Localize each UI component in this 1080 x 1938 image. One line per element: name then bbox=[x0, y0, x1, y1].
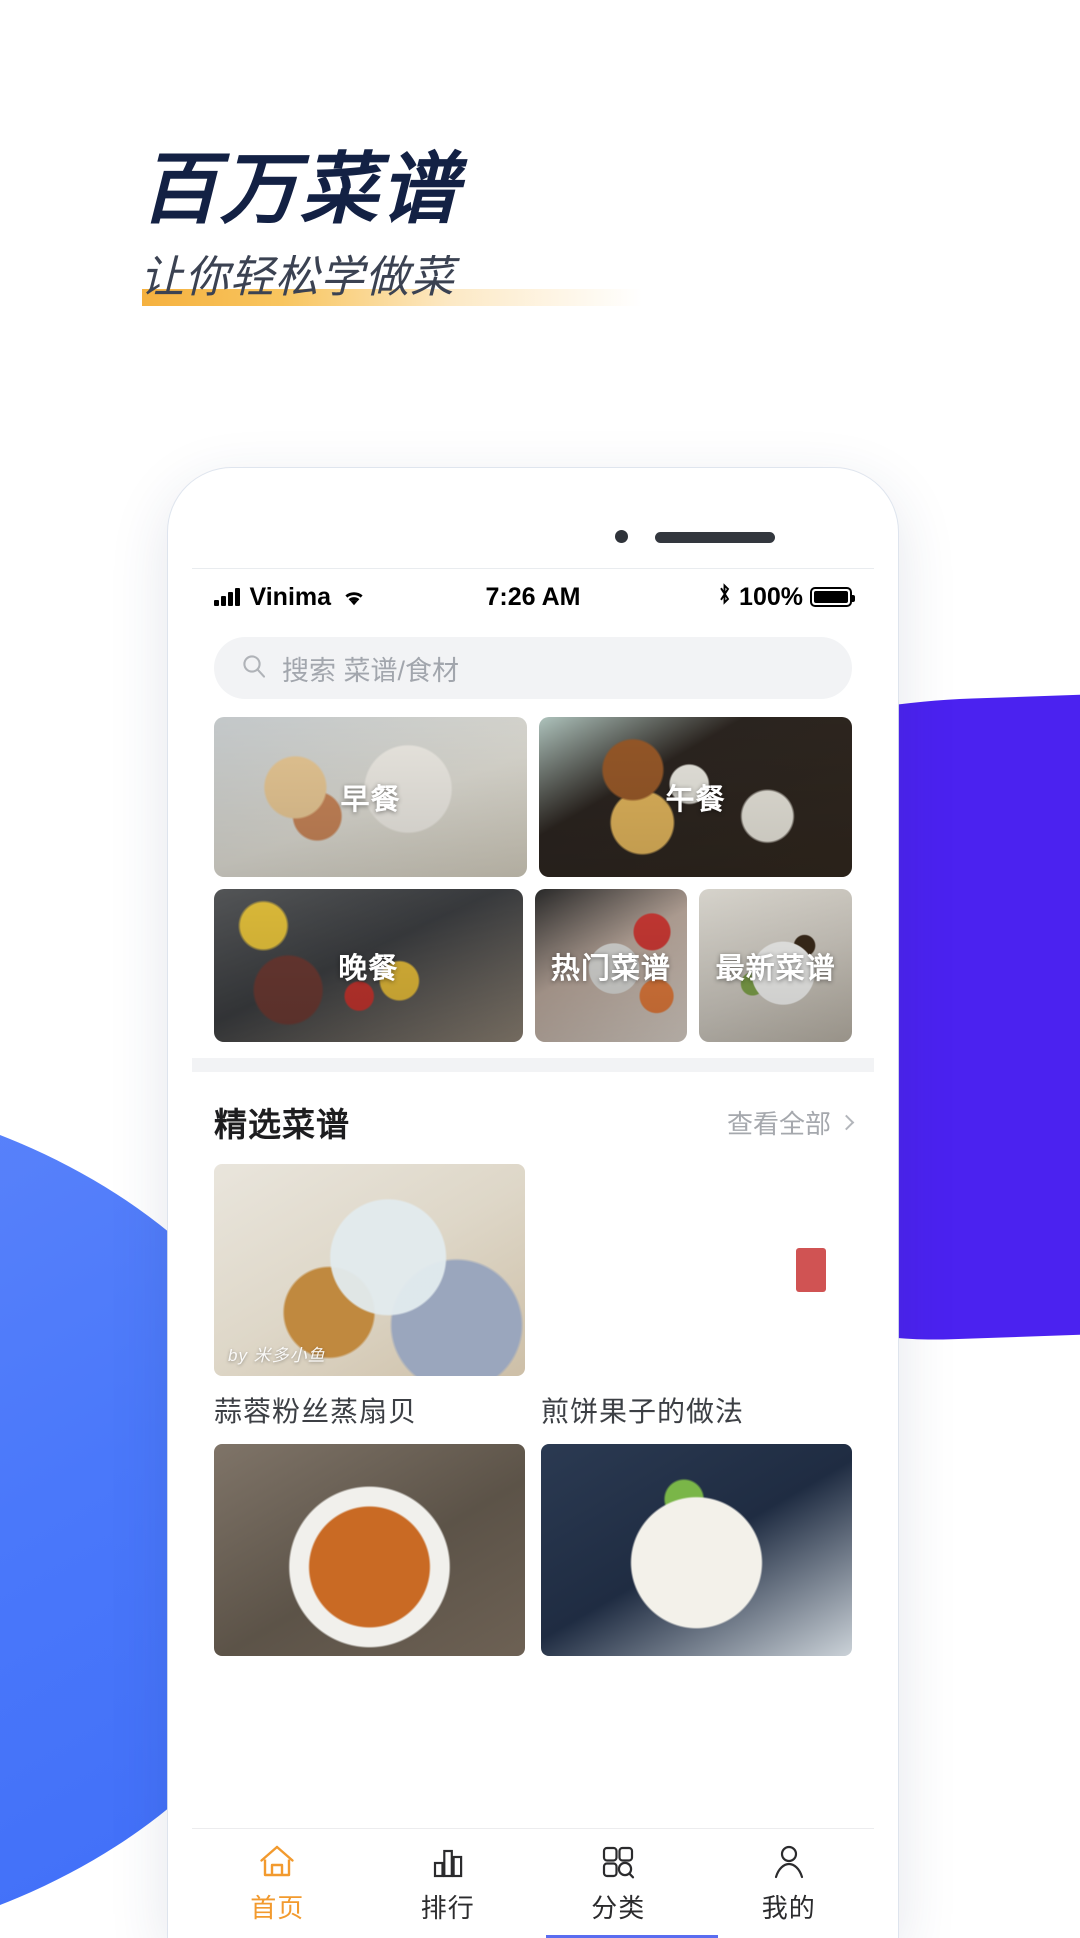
tab-ranking[interactable]: 排行 bbox=[363, 1829, 534, 1938]
search-icon bbox=[240, 652, 268, 685]
status-bar-left: Vinima bbox=[214, 583, 486, 612]
category-tile-label: 最新菜谱 bbox=[715, 952, 836, 985]
recipe-watermark: by 米多小鱼 bbox=[228, 1346, 326, 1365]
battery-full-icon bbox=[810, 587, 855, 607]
tab-profile[interactable]: 我的 bbox=[704, 1829, 875, 1938]
earpiece-speaker bbox=[655, 532, 775, 543]
bottom-tab-bar: 首页 排行 分类 我的 bbox=[192, 1828, 874, 1938]
phone-screen: Vinima 7:26 AM 100% 搜索 菜谱/食材 早餐 午餐 晚餐 热门… bbox=[192, 568, 874, 1938]
recipe-title: 煎饼果子的做法 bbox=[541, 1396, 745, 1427]
bluetooth-icon bbox=[717, 582, 732, 613]
featured-title: 精选菜谱 bbox=[214, 1106, 350, 1143]
tab-label: 我的 bbox=[761, 1892, 816, 1923]
app-viewport: Vinima 7:26 AM 100% 搜索 菜谱/食材 早餐 午餐 晚餐 热门… bbox=[192, 569, 874, 1938]
category-row-1: 早餐 午餐 bbox=[214, 717, 852, 877]
view-all-label: 查看全部 bbox=[726, 1108, 831, 1139]
promo-subtitle: 让你轻松学做菜 bbox=[140, 253, 455, 302]
category-tile-newest[interactable]: 最新菜谱 bbox=[699, 889, 852, 1042]
bar-chart-icon bbox=[429, 1843, 467, 1881]
phone-mockup: Vinima 7:26 AM 100% 搜索 菜谱/食材 早餐 午餐 晚餐 热门… bbox=[168, 468, 898, 1938]
wifi-icon bbox=[341, 588, 367, 607]
recipe-card[interactable] bbox=[214, 1444, 525, 1670]
recipe-card[interactable]: 煎饼果子的做法 bbox=[541, 1164, 852, 1430]
category-tile-label: 午餐 bbox=[665, 784, 726, 816]
status-bar-right: 100% bbox=[580, 582, 855, 613]
home-icon bbox=[257, 1843, 297, 1881]
recipe-card[interactable] bbox=[541, 1444, 852, 1670]
tab-label: 排行 bbox=[420, 1892, 475, 1923]
promo-subtitle-wrap: 让你轻松学做菜 bbox=[140, 253, 642, 307]
recipe-thumbnail bbox=[541, 1164, 852, 1376]
category-tile-label: 晚餐 bbox=[338, 952, 399, 985]
battery-percent-label: 100% bbox=[739, 582, 803, 611]
front-camera-icon bbox=[615, 530, 628, 543]
chevron-right-icon bbox=[838, 1114, 855, 1130]
carrier-name: Vinima bbox=[249, 582, 332, 611]
search-input[interactable]: 搜索 菜谱/食材 bbox=[214, 637, 852, 699]
recipe-thumbnail bbox=[214, 1444, 525, 1656]
recipe-card[interactable]: by 米多小鱼 蒜蓉粉丝蒸扇贝 bbox=[214, 1164, 525, 1430]
category-tile-dinner[interactable]: 晚餐 bbox=[214, 889, 523, 1042]
category-tile-breakfast[interactable]: 早餐 bbox=[214, 717, 527, 877]
featured-recipe-grid: by 米多小鱼 蒜蓉粉丝蒸扇贝 煎饼果子的做法 bbox=[192, 1164, 874, 1670]
status-bar-time: 7:26 AM bbox=[485, 582, 581, 611]
category-grid: 早餐 午餐 晚餐 热门菜谱 最新菜谱 bbox=[192, 717, 874, 1058]
tab-category[interactable]: 分类 bbox=[533, 1829, 704, 1938]
phone-bezel-top bbox=[168, 468, 898, 568]
view-all-button[interactable]: 查看全部 bbox=[726, 1104, 855, 1141]
category-tile-lunch[interactable]: 午餐 bbox=[539, 717, 852, 877]
category-tile-label: 早餐 bbox=[340, 784, 401, 816]
grid-search-icon bbox=[599, 1843, 637, 1881]
signal-bars-icon bbox=[214, 588, 240, 606]
category-tile-label: 热门菜谱 bbox=[550, 952, 671, 985]
category-row-2: 晚餐 热门菜谱 最新菜谱 bbox=[214, 889, 852, 1042]
user-icon bbox=[770, 1843, 808, 1881]
promo-title: 百万菜谱 bbox=[140, 145, 461, 233]
tab-label: 分类 bbox=[591, 1892, 646, 1923]
status-bar: Vinima 7:26 AM 100% bbox=[192, 569, 874, 625]
promo-headline: 百万菜谱 让你轻松学做菜 bbox=[140, 145, 642, 307]
search-section: 搜索 菜谱/食材 bbox=[192, 625, 874, 717]
recipe-thumbnail: by 米多小鱼 bbox=[214, 1164, 525, 1376]
featured-header: 精选菜谱 查看全部 bbox=[192, 1072, 874, 1164]
search-placeholder: 搜索 菜谱/食材 bbox=[282, 655, 460, 686]
recipe-stamp-mark bbox=[796, 1248, 826, 1292]
recipe-title: 蒜蓉粉丝蒸扇贝 bbox=[214, 1396, 418, 1427]
section-divider bbox=[192, 1058, 874, 1072]
tab-home[interactable]: 首页 bbox=[192, 1829, 363, 1938]
recipe-thumbnail bbox=[541, 1444, 852, 1656]
category-tile-popular[interactable]: 热门菜谱 bbox=[534, 889, 688, 1042]
tab-label: 首页 bbox=[250, 1892, 305, 1923]
